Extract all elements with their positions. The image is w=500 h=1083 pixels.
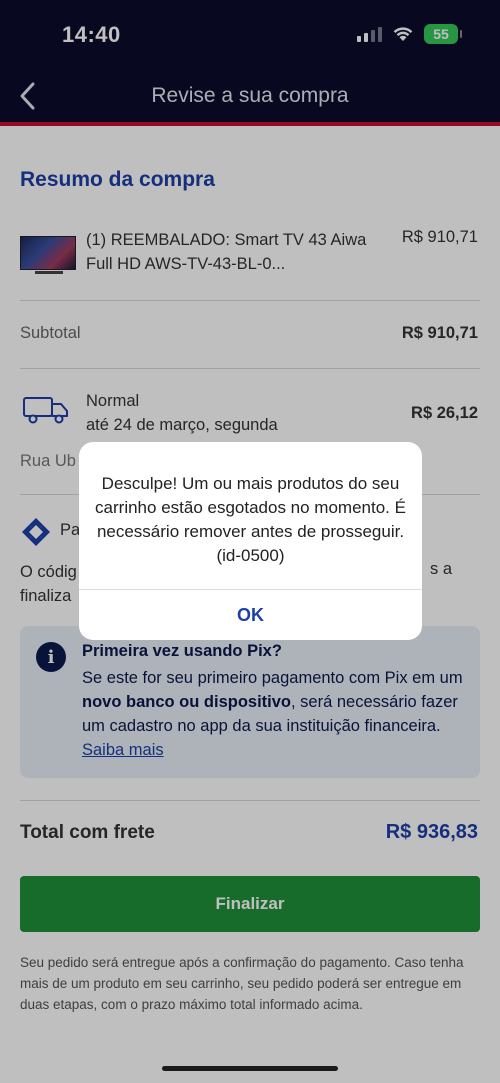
alert-dialog: Desculpe! Um ou mais produtos do seu car… [79,442,422,640]
dialog-message: Desculpe! Um ou mais produtos do seu car… [95,474,406,565]
ok-button[interactable]: OK [79,590,422,640]
home-indicator [162,1066,338,1071]
